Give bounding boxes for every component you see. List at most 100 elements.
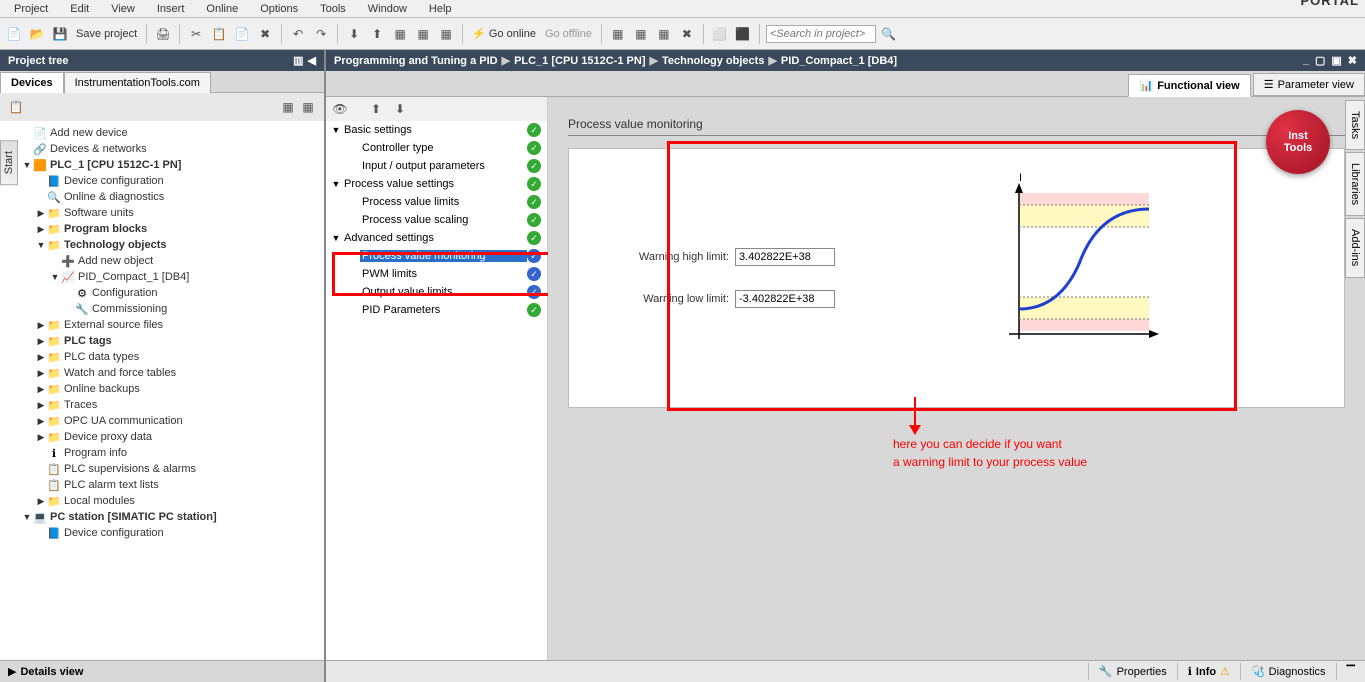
tree-item[interactable]: 📄Add new device [0,125,324,141]
vtab-libraries[interactable]: Libraries [1345,152,1365,216]
print-icon[interactable]: 🖨 [153,24,173,44]
menu-edit[interactable]: Edit [60,1,99,17]
tree-tool-icon[interactable]: 📋 [6,97,26,117]
tb-icon-5[interactable]: ▦ [631,24,651,44]
high-limit-input[interactable] [735,248,835,266]
window-max-icon[interactable]: ▢ [1315,54,1325,67]
tree-item[interactable]: 🔧Commissioning [0,301,324,317]
vtab-tasks[interactable]: Tasks [1345,100,1365,150]
tree-item[interactable]: ▶📁PLC data types [0,349,324,365]
tree-item[interactable]: ▶📁Watch and force tables [0,365,324,381]
tree-item[interactable]: ▼📈PID_Compact_1 [DB4] [0,269,324,285]
snav-item[interactable]: ▼Advanced settings✓ [326,229,547,247]
snav-item[interactable]: Controller type✓ [326,139,547,157]
project-tree[interactable]: 📄Add new device🔗Devices & networks▼🟧PLC_… [0,121,324,660]
menu-view[interactable]: View [101,1,145,17]
tree-item[interactable]: ▶📁Software units [0,205,324,221]
tree-item[interactable]: 📋PLC alarm text lists [0,477,324,493]
menu-tools[interactable]: Tools [310,1,356,17]
tb-icon-6[interactable]: ▦ [654,24,674,44]
snav-item[interactable]: Process value limits✓ [326,193,547,211]
menu-options[interactable]: Options [250,1,308,17]
tree-item[interactable]: ▶📁External source files [0,317,324,333]
breadcrumb-item[interactable]: PLC_1 [CPU 1512C-1 PN] [514,55,645,67]
low-limit-input[interactable] [735,290,835,308]
tree-item[interactable]: 📋PLC supervisions & alarms [0,461,324,477]
tree-item[interactable]: ▶📁Traces [0,397,324,413]
tb-icon-1[interactable]: ▦ [390,24,410,44]
snav-item[interactable]: PID Parameters✓ [326,301,547,319]
tree-item[interactable]: ▼🟧PLC_1 [CPU 1512C-1 PN] [0,157,324,173]
new-icon[interactable]: 📄 [4,24,24,44]
redo-icon[interactable]: ↷ [311,24,331,44]
tree-item[interactable]: ℹProgram info [0,445,324,461]
tb-icon-2[interactable]: ▦ [413,24,433,44]
upload-icon[interactable]: ⬆ [367,24,387,44]
status-info[interactable]: ℹInfo ⚠ [1177,663,1240,680]
tree-item[interactable]: ▼📁Technology objects [0,237,324,253]
split-h-icon[interactable]: ⬜ [710,24,730,44]
pin-icon[interactable]: ◀ [308,54,316,67]
start-tab[interactable]: Start [0,140,18,185]
menu-online[interactable]: Online [196,1,248,17]
tree-item[interactable]: ▼💻PC station [SIMATIC PC station] [0,509,324,525]
tree-view1-icon[interactable]: ▦ [278,97,298,117]
tb-icon-7[interactable]: ✖ [677,24,697,44]
snav-item[interactable]: Output value limits✓ [326,283,547,301]
go-online-button[interactable]: ⚡Go online [469,27,539,40]
status-collapse[interactable]: ▔ [1336,663,1365,680]
tree-item[interactable]: ▶📁Device proxy data [0,429,324,445]
tb-icon-4[interactable]: ▦ [608,24,628,44]
tree-item[interactable]: ➕Add new object [0,253,324,269]
tree-view2-icon[interactable]: ▦ [298,97,318,117]
tree-item[interactable]: 📘Device configuration [0,525,324,541]
snav-tool1-icon[interactable]: 👁 [330,99,350,119]
menu-insert[interactable]: Insert [147,1,195,17]
search-go-icon[interactable]: 🔍 [879,24,899,44]
window-float-icon[interactable]: ▣ [1331,54,1341,67]
save-icon[interactable]: 💾 [50,24,70,44]
window-close-icon[interactable]: ✖ [1348,54,1357,67]
tree-item[interactable]: ▶📁PLC tags [0,333,324,349]
menu-window[interactable]: Window [358,1,417,17]
status-diagnostics[interactable]: 🩺Diagnostics [1240,663,1336,680]
snav-item[interactable]: Process value scaling✓ [326,211,547,229]
menu-project[interactable]: Project [4,1,58,17]
snav-tool2-icon[interactable]: ⬆ [366,99,386,119]
breadcrumb-item[interactable]: Programming and Tuning a PID [334,55,498,67]
tree-item[interactable]: 📘Device configuration [0,173,324,189]
tree-item[interactable]: ▶📁Online backups [0,381,324,397]
download-icon[interactable]: ⬇ [344,24,364,44]
status-properties[interactable]: 🔧Properties [1088,663,1177,680]
vtab-addins[interactable]: Add-ins [1345,218,1365,277]
tree-item[interactable]: ▶📁OPC UA communication [0,413,324,429]
breadcrumb-item[interactable]: Technology objects [662,55,764,67]
snav-item[interactable]: Input / output parameters✓ [326,157,547,175]
details-view-bar[interactable]: ▶ Details view [0,660,324,682]
menu-help[interactable]: Help [419,1,462,17]
tree-item[interactable]: ▶📁Local modules [0,493,324,509]
tab-devices[interactable]: Devices [0,72,64,93]
snav-item[interactable]: ▼Process value settings✓ [326,175,547,193]
snav-item[interactable]: Process value monitoring✓ [326,247,547,265]
tree-item[interactable]: ⚙Configuration [0,285,324,301]
open-icon[interactable]: 📂 [27,24,47,44]
split-v-icon[interactable]: ⬛ [733,24,753,44]
window-min-icon[interactable]: _ [1303,54,1309,67]
save-project-label[interactable]: Save project [73,28,140,40]
tab-instrumentation[interactable]: InstrumentationTools.com [64,72,211,93]
tree-item[interactable]: 🔍Online & diagnostics [0,189,324,205]
copy-icon[interactable]: 📋 [209,24,229,44]
tb-icon-3[interactable]: ▦ [436,24,456,44]
tab-functional-view[interactable]: 📊Functional view [1128,74,1250,97]
snav-item[interactable]: PWM limits✓ [326,265,547,283]
paste-icon[interactable]: 📄 [232,24,252,44]
tree-item[interactable]: 🔗Devices & networks [0,141,324,157]
search-input[interactable] [766,25,876,43]
breadcrumb-item[interactable]: PID_Compact_1 [DB4] [781,55,897,67]
tab-parameter-view[interactable]: ☰Parameter view [1253,73,1365,96]
snav-tool3-icon[interactable]: ⬇ [390,99,410,119]
delete-icon[interactable]: ✖ [255,24,275,44]
collapse-icon[interactable]: ▥ [293,54,303,67]
snav-item[interactable]: ▼Basic settings✓ [326,121,547,139]
